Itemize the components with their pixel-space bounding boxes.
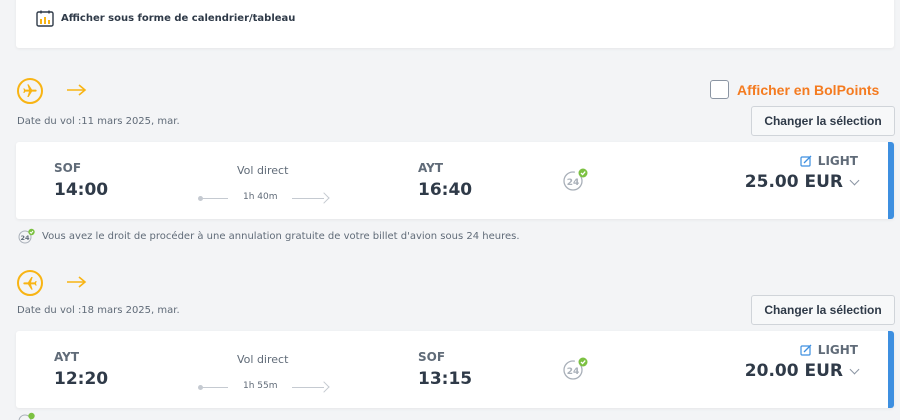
calendar-chart-icon (36, 10, 54, 27)
calendar-view-link[interactable]: Afficher sous forme de calendrier/tablea… (36, 10, 295, 27)
outbound-change-selection-button[interactable]: Changer la sélection (751, 106, 895, 136)
return-change-selection-button[interactable]: Changer la sélection (751, 295, 895, 325)
cancellation-note: 24 Vous avez le droit de procéder à une … (18, 228, 520, 244)
selected-accent-bar (888, 142, 894, 219)
arrival-time: 13:15 (418, 369, 473, 389)
svg-text:24: 24 (20, 234, 30, 242)
fare-box[interactable]: LIGHT 20.00 EUR (744, 343, 860, 381)
fare-class: LIGHT (817, 154, 858, 168)
free-cancellation-24h-icon: 24 (563, 168, 588, 191)
flight-duration: 1h 40m (243, 192, 278, 202)
flight-type: Vol direct (237, 353, 289, 366)
svg-text:24: 24 (567, 367, 580, 377)
bolpoints-toggle[interactable]: Afficher en BolPoints (710, 80, 879, 99)
calendar-view-label: Afficher sous forme de calendrier/tablea… (61, 13, 296, 24)
departure-code: SOF (54, 161, 82, 175)
fare-box[interactable]: LIGHT 25.00 EUR (744, 154, 860, 192)
arrival-time: 16:40 (418, 180, 473, 200)
arrival-code: SOF (418, 350, 446, 364)
cancellation-note-text: Vous avez le droit de procéder à une ann… (42, 230, 520, 242)
duration-line: 1h 55m (196, 381, 331, 395)
edit-icon (800, 344, 812, 356)
duration-line: 1h 40m (196, 192, 331, 206)
bolpoints-label: Afficher en BolPoints (737, 81, 880, 98)
arrow-right-icon (67, 84, 87, 96)
flight-duration: 1h 55m (243, 381, 278, 391)
edit-icon (800, 155, 812, 167)
view-options-card: Afficher sous forme de calendrier/tablea… (16, 0, 894, 48)
return-date: Date du vol :18 mars 2025, mar. (17, 305, 180, 316)
plane-return-icon (17, 270, 43, 296)
departure-code: AYT (54, 350, 80, 364)
plane-departure-icon (17, 78, 43, 104)
chevron-down-icon[interactable] (849, 364, 860, 374)
arrival-code: AYT (418, 161, 444, 175)
chevron-down-icon[interactable] (849, 175, 860, 185)
fare-class: LIGHT (817, 343, 858, 357)
selected-accent-bar (888, 331, 894, 408)
arrow-right-icon (67, 276, 87, 288)
outbound-date: Date du vol :11 mars 2025, mar. (17, 116, 180, 127)
free-cancellation-24h-small-icon (18, 412, 35, 420)
fare-price: 25.00 EUR (744, 172, 843, 192)
departure-time: 12:20 (54, 369, 109, 389)
free-cancellation-24h-icon: 24 (563, 357, 588, 380)
svg-text:24: 24 (567, 178, 580, 188)
flight-type: Vol direct (237, 164, 289, 177)
free-cancellation-24h-small-icon: 24 (18, 228, 35, 244)
bolpoints-checkbox[interactable] (710, 80, 729, 99)
fare-price: 20.00 EUR (744, 361, 843, 381)
departure-time: 14:00 (54, 180, 109, 200)
outbound-flight-card[interactable]: SOF 14:00 Vol direct 1h 40m AYT 16:40 24… (16, 142, 894, 219)
return-flight-card[interactable]: AYT 12:20 Vol direct 1h 55m SOF 13:15 24… (16, 331, 894, 408)
